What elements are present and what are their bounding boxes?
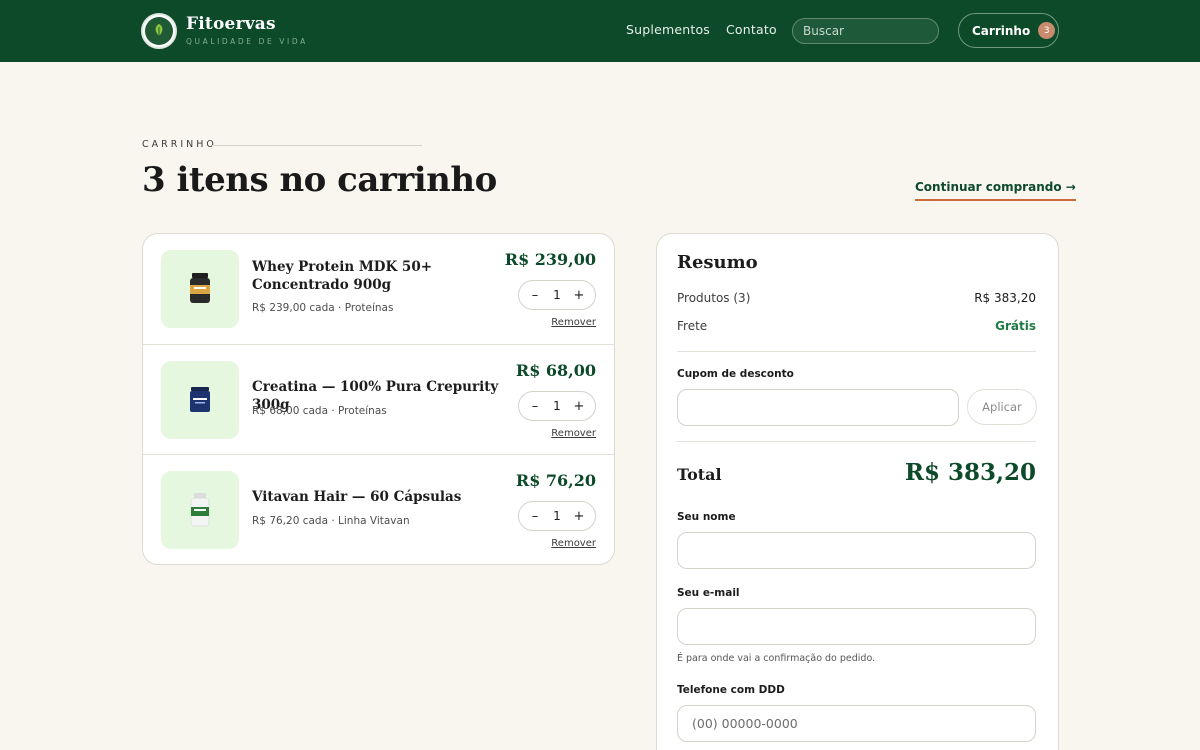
cart-item: Whey Protein MDK 50+ Concentrado 900g R$… xyxy=(143,234,614,344)
item-meta: R$ 68,00 cada · Proteínas xyxy=(252,405,387,417)
cart-item: Vitavan Hair — 60 Cápsulas R$ 76,20 cada… xyxy=(143,454,614,564)
order-summary-panel: Resumo Produtos (3) R$ 383,20 Frete Grát… xyxy=(656,233,1059,750)
decrease-qty-button[interactable]: – xyxy=(529,509,541,524)
apply-coupon-button[interactable]: Aplicar xyxy=(967,389,1037,425)
item-price: R$ 68,00 xyxy=(515,361,596,380)
brand-tagline: QUALIDADE DE VIDA xyxy=(186,37,308,46)
creatine-tub-icon xyxy=(190,387,210,412)
item-price: R$ 239,00 xyxy=(504,250,596,269)
quantity-value: 1 xyxy=(553,288,561,302)
nav-link-suplementos[interactable]: Suplementos xyxy=(626,22,710,37)
increase-qty-button[interactable]: + xyxy=(573,288,585,303)
quantity-stepper: – 1 + xyxy=(518,501,596,531)
decrease-qty-button[interactable]: – xyxy=(529,288,541,303)
top-navbar: Fitoervas QUALIDADE DE VIDA Suplementos … xyxy=(0,0,1200,62)
item-name[interactable]: Vitavan Hair — 60 Cápsulas xyxy=(252,488,507,506)
quantity-stepper: – 1 + xyxy=(518,280,596,310)
phone-input[interactable] xyxy=(677,705,1036,742)
remove-item-link[interactable]: Remover xyxy=(551,428,596,439)
total-value: R$ 383,20 xyxy=(904,459,1036,486)
coupon-input[interactable] xyxy=(677,389,959,426)
cart-items-list: Whey Protein MDK 50+ Concentrado 900g R$… xyxy=(142,233,615,565)
email-input[interactable] xyxy=(677,608,1036,645)
increase-qty-button[interactable]: + xyxy=(573,399,585,414)
quantity-stepper: – 1 + xyxy=(518,391,596,421)
increase-qty-button[interactable]: + xyxy=(573,509,585,524)
eyebrow-divider xyxy=(212,145,422,146)
quantity-value: 1 xyxy=(553,509,561,523)
decrease-qty-button[interactable]: – xyxy=(529,399,541,414)
email-label: Seu e-mail xyxy=(677,587,740,599)
remove-item-link[interactable]: Remover xyxy=(551,317,596,328)
item-meta: R$ 76,20 cada · Linha Vitavan xyxy=(252,515,410,527)
cart-button[interactable]: Carrinho 3 xyxy=(958,13,1059,48)
item-price: R$ 76,20 xyxy=(515,471,596,490)
capsule-bottle-icon xyxy=(190,493,210,527)
summary-divider xyxy=(677,441,1036,442)
cart-button-label: Carrinho xyxy=(972,23,1031,38)
cart-item: Creatina — 100% Pura Crepurity 300g R$ 6… xyxy=(143,344,614,454)
page-title: 3 itens no carrinho xyxy=(142,160,497,200)
quantity-value: 1 xyxy=(553,399,561,413)
products-subtotal: R$ 383,20 xyxy=(974,291,1036,305)
total-label: Total xyxy=(677,465,722,484)
section-eyebrow: CARRINHO xyxy=(142,139,217,150)
summary-divider xyxy=(677,351,1036,352)
leaf-logo-icon xyxy=(145,17,173,45)
product-thumbnail[interactable] xyxy=(161,471,239,549)
product-thumbnail[interactable] xyxy=(161,250,239,328)
products-label: Produtos (3) xyxy=(677,291,751,305)
nav-link-contato[interactable]: Contato xyxy=(726,22,777,37)
brand-name[interactable]: Fitoervas xyxy=(186,14,276,34)
shipping-value: Grátis xyxy=(995,319,1036,333)
whey-jar-icon xyxy=(190,273,210,303)
product-thumbnail[interactable] xyxy=(161,361,239,439)
name-input[interactable] xyxy=(677,532,1036,569)
phone-label: Telefone com DDD xyxy=(677,684,785,696)
continue-shopping-link[interactable]: Continuar comprando → xyxy=(915,180,1076,201)
shipping-label: Frete xyxy=(677,319,708,333)
item-meta: R$ 239,00 cada · Proteínas xyxy=(252,302,394,314)
name-label: Seu nome xyxy=(677,511,736,523)
remove-item-link[interactable]: Remover xyxy=(551,538,596,549)
cart-count-badge: 3 xyxy=(1038,22,1056,39)
email-hint: É para onde vai a confirmação do pedido. xyxy=(677,653,876,664)
search-input[interactable] xyxy=(792,18,939,44)
item-name[interactable]: Whey Protein MDK 50+ Concentrado 900g xyxy=(252,258,507,294)
coupon-label: Cupom de desconto xyxy=(677,368,794,380)
brand-logo[interactable] xyxy=(141,13,177,49)
summary-title: Resumo xyxy=(677,252,758,273)
